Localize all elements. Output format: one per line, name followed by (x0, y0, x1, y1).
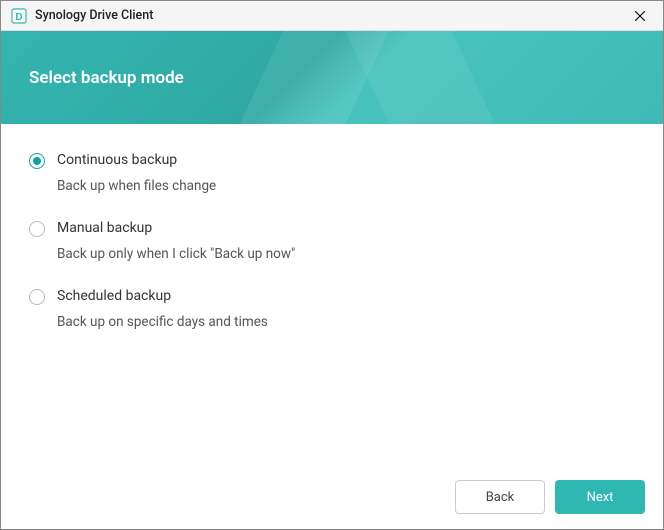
footer: Back Next (1, 465, 663, 529)
back-button[interactable]: Back (455, 480, 545, 514)
option-label-manual[interactable]: Manual backup (57, 220, 295, 236)
radio-manual[interactable] (29, 221, 45, 237)
option-desc-continuous: Back up when files change (57, 178, 216, 194)
option-label-continuous[interactable]: Continuous backup (57, 152, 216, 168)
titlebar: D Synology Drive Client (1, 1, 663, 31)
option-text: Continuous backup Back up when files cha… (57, 152, 216, 194)
page-title: Select backup mode (29, 68, 184, 88)
option-scheduled: Scheduled backup Back up on specific day… (29, 288, 635, 330)
svg-text:D: D (15, 12, 22, 23)
option-text: Manual backup Back up only when I click … (57, 220, 295, 262)
option-continuous: Continuous backup Back up when files cha… (29, 152, 635, 194)
content-area: Continuous backup Back up when files cha… (1, 124, 663, 465)
option-label-scheduled[interactable]: Scheduled backup (57, 288, 268, 304)
header-banner: Select backup mode (1, 31, 663, 124)
app-window: D Synology Drive Client Select backup mo… (0, 0, 664, 530)
close-button[interactable] (627, 3, 653, 29)
close-icon (635, 11, 645, 21)
option-desc-manual: Back up only when I click "Back up now" (57, 246, 295, 262)
next-button[interactable]: Next (555, 480, 645, 514)
option-manual: Manual backup Back up only when I click … (29, 220, 635, 262)
radio-scheduled[interactable] (29, 289, 45, 305)
option-text: Scheduled backup Back up on specific day… (57, 288, 268, 330)
option-desc-scheduled: Back up on specific days and times (57, 314, 268, 330)
radio-continuous[interactable] (29, 153, 45, 169)
app-title: Synology Drive Client (35, 8, 627, 23)
app-icon: D (11, 8, 27, 24)
